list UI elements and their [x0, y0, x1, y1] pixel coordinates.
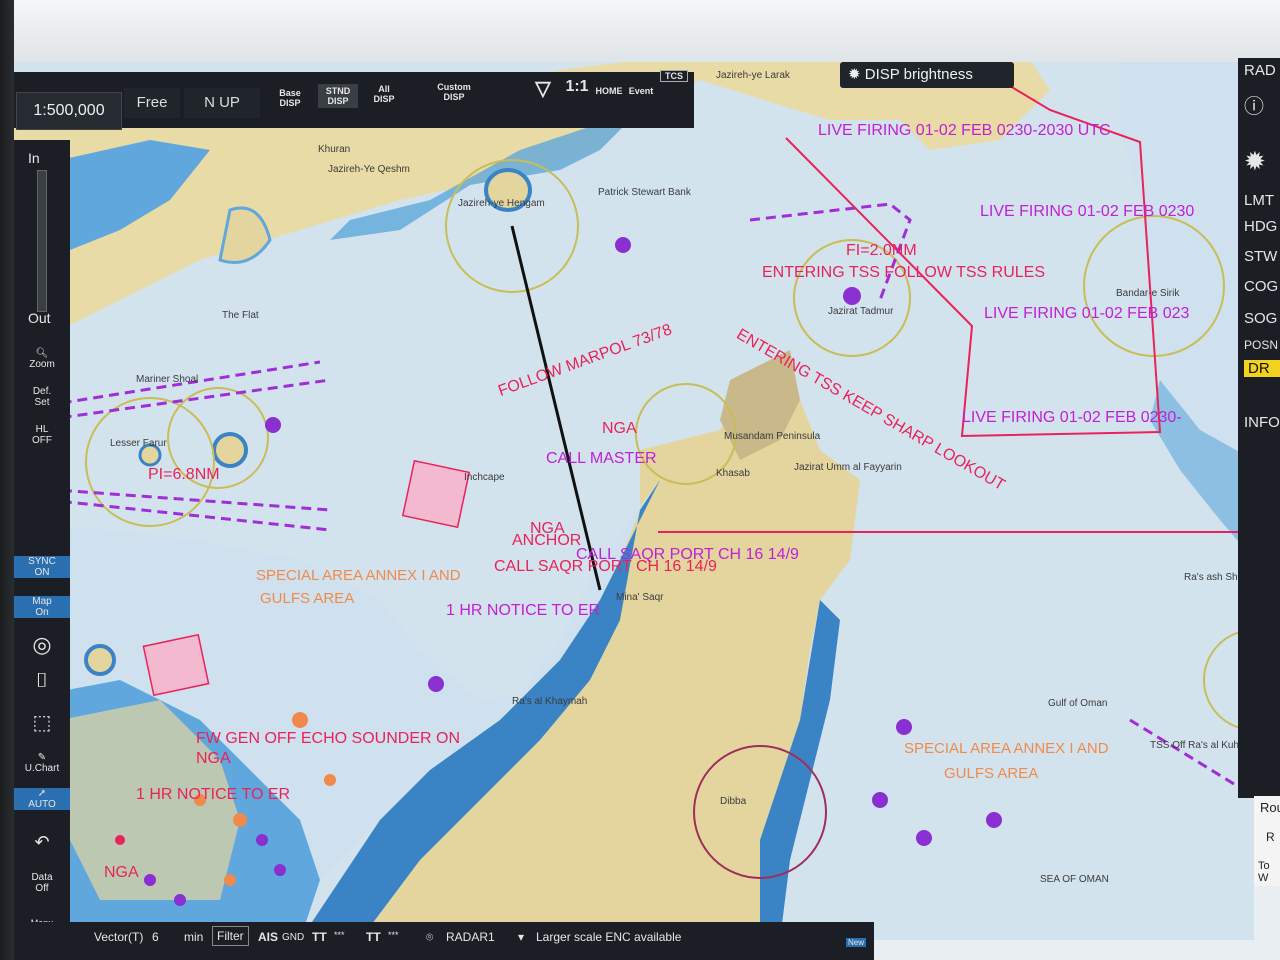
enc-message[interactable]: Larger scale ENC available — [536, 930, 681, 944]
hdg-label: HDG — [1244, 218, 1278, 235]
ship-marker — [843, 287, 861, 305]
hl-off-button[interactable]: HL OFF — [14, 424, 70, 446]
tt1-label[interactable]: TT — [312, 930, 327, 944]
home-button[interactable]: HOME — [594, 86, 624, 96]
greater-island — [212, 432, 248, 468]
gear-icon[interactable]: ✹ — [1244, 146, 1266, 177]
hengam-island — [484, 168, 532, 212]
marker-x-5 — [872, 792, 888, 808]
data-off-button[interactable]: Data Off — [14, 872, 70, 894]
abu-musa-island — [84, 644, 116, 676]
info-circle-icon[interactable]: ⓘ — [1244, 90, 1264, 119]
route-label: Rou — [1260, 800, 1280, 815]
dr-badge[interactable]: DR — [1244, 360, 1280, 377]
zoom-slider[interactable] — [14, 170, 70, 312]
disp-brightness-label: DISP brightness — [864, 66, 973, 83]
marker-x-3 — [428, 676, 444, 692]
radar-label[interactable]: RADAR1 — [446, 930, 495, 944]
eraser-icon[interactable]: ⬚ — [14, 710, 70, 735]
zoom-button[interactable]: 🔍︎ Zoom — [14, 348, 70, 370]
disp-brightness-button[interactable]: ✹ DISP brightness — [840, 62, 1014, 88]
custom-disp-button[interactable]: Custom DISP — [426, 82, 482, 102]
zoom-in-button[interactable]: In — [14, 150, 84, 166]
nautical-chart[interactable] — [0, 0, 1280, 960]
tt2-stars: *** — [388, 930, 399, 940]
chevron-down-icon[interactable]: ▾ — [518, 930, 524, 944]
sog-label: SOG — [1244, 310, 1278, 327]
sync-on-button[interactable]: SYNC ON — [14, 556, 70, 578]
ratio-button[interactable]: 1:1 — [562, 78, 592, 96]
monitor-bezel-top — [0, 0, 1280, 62]
undo-icon[interactable]: ↶ — [14, 832, 70, 853]
free-mode-button[interactable]: Free — [124, 88, 180, 118]
all-disp-button[interactable]: All DISP — [364, 84, 404, 104]
ais-label[interactable]: AIS — [258, 930, 278, 944]
ecdis-screen: Khuran Jazireh-Ye Qeshm Jazireh-ye Henga… — [0, 0, 1280, 960]
marker-x-4 — [896, 719, 912, 735]
auto-label: AUTO — [28, 799, 56, 810]
monitor-bezel-left — [0, 0, 14, 960]
farur-island — [138, 443, 162, 467]
tt1-stars: *** — [334, 930, 345, 940]
posn-label: POSN — [1244, 338, 1279, 352]
u-chart-button[interactable]: ✎ U.Chart — [14, 752, 70, 774]
zoom-out-button[interactable]: Out — [14, 310, 84, 326]
info-button[interactable]: INFO — [1244, 414, 1280, 431]
marker-x-7 — [916, 830, 932, 846]
triangle-icon[interactable]: ▽ — [530, 76, 556, 101]
camera-icon[interactable]: ⌷ — [14, 670, 70, 693]
base-disp-button[interactable]: Base DISP — [270, 88, 310, 108]
vector-label: Vector(T) — [94, 930, 144, 944]
restricted-area-1 — [401, 459, 471, 529]
scale-selector[interactable]: 1:500,000 — [16, 92, 122, 130]
cursor-icon: ➚ — [37, 788, 47, 799]
restricted-area-2 — [142, 633, 210, 697]
magnifier-icon: 🔍︎ — [35, 348, 49, 359]
stnd-disp-button[interactable]: STND DISP — [318, 84, 358, 108]
lmt-label: LMT — [1244, 192, 1274, 209]
filter-button[interactable]: Filter — [212, 926, 249, 946]
vector-unit: min — [184, 930, 204, 944]
pencil-icon: ✎ — [37, 752, 47, 763]
zoom-slider-track — [37, 170, 47, 312]
route-to-label: To W — [1258, 860, 1270, 884]
orientation-button[interactable]: N UP — [184, 88, 260, 118]
rad-label[interactable]: RAD — [1244, 62, 1276, 79]
new-badge: New — [846, 938, 867, 947]
route-r-label: R — [1266, 830, 1275, 844]
map-on-button[interactable]: Map On — [14, 596, 70, 618]
sun-icon: ✹ — [848, 66, 865, 83]
tt2-label[interactable]: TT — [366, 930, 381, 944]
u-chart-label: U.Chart — [24, 763, 60, 774]
event-button[interactable]: Event — [626, 86, 656, 96]
marker-x-2 — [265, 417, 281, 433]
stw-label: STW — [1244, 248, 1278, 265]
target-icon[interactable]: ◎ — [14, 632, 70, 658]
gnd-label: GND — [282, 932, 305, 943]
def-set-button[interactable]: Def. Set — [14, 386, 70, 408]
marker-x-1 — [615, 237, 631, 253]
radar-icon: ⌾ — [426, 930, 434, 944]
auto-button[interactable]: ➚ AUTO — [14, 788, 70, 810]
tcs-button[interactable]: TCS — [660, 70, 688, 82]
cog-label: COG — [1244, 278, 1279, 295]
marker-x-6 — [986, 812, 1002, 828]
zoom-label: Zoom — [29, 359, 55, 370]
vector-value[interactable]: 6 — [152, 930, 159, 944]
